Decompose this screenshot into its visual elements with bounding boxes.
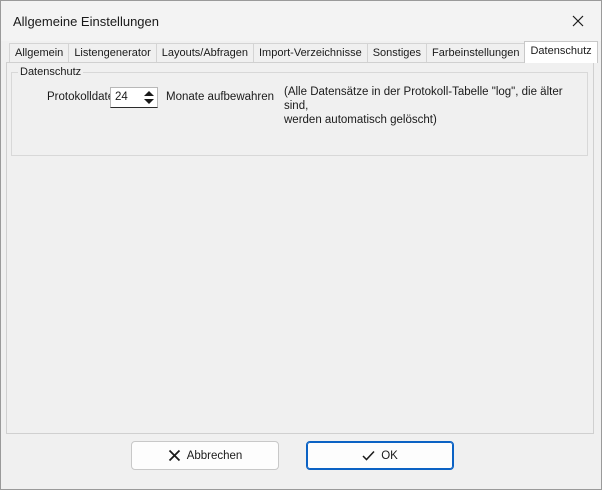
tab-allgemein[interactable]: Allgemein — [9, 43, 69, 63]
ok-label: OK — [381, 449, 398, 462]
cancel-label: Abbrechen — [186, 449, 243, 462]
close-button[interactable] — [555, 1, 601, 41]
tab-import-verzeichnisse[interactable]: Import-Verzeichnisse — [253, 43, 367, 63]
tab-layouts-abfragen[interactable]: Layouts/Abfragen — [155, 43, 253, 63]
deletion-note-line2: werden automatisch gelöscht) — [284, 114, 437, 126]
tab-strip: Allgemein Listengenerator Layouts/Abfrag… — [9, 41, 598, 63]
title-bar: Allgemeine Einstellungen — [1, 1, 601, 41]
datenschutz-panel: Datenschutz Protokolldaten 24 Monate auf… — [6, 62, 594, 434]
tab-datenschutz[interactable]: Datenschutz — [524, 41, 598, 63]
tab-sonstiges[interactable]: Sonstiges — [366, 43, 427, 63]
group-title: Datenschutz — [18, 66, 84, 78]
spin-down-icon — [144, 99, 154, 104]
ok-button[interactable]: OK — [306, 441, 454, 470]
protokoll-months-value[interactable]: 24 — [115, 91, 128, 103]
close-icon — [572, 15, 584, 27]
monate-label: Monate aufbewahren — [166, 91, 275, 103]
datenschutz-group: Datenschutz Protokolldaten 24 Monate auf… — [11, 66, 588, 156]
cancel-button[interactable]: Abbrechen — [131, 441, 279, 470]
tab-listengenerator[interactable]: Listengenerator — [68, 43, 156, 63]
spin-arrows[interactable] — [143, 90, 155, 105]
deletion-note: (Alle Datensätze in der Protokoll-Tabell… — [284, 85, 584, 127]
settings-dialog: Allgemeine Einstellungen Allgemein Liste… — [0, 0, 602, 490]
deletion-note-line1: (Alle Datensätze in der Protokoll-Tabell… — [284, 86, 563, 112]
window-title: Allgemeine Einstellungen — [13, 14, 159, 29]
spin-up-icon — [144, 91, 154, 96]
check-icon — [362, 450, 375, 461]
button-bar: Abbrechen OK — [1, 435, 601, 489]
cancel-x-icon — [168, 449, 180, 462]
tab-farbeinstellungen[interactable]: Farbeinstellungen — [426, 43, 525, 63]
protokoll-months-spinner[interactable]: 24 — [110, 87, 158, 108]
